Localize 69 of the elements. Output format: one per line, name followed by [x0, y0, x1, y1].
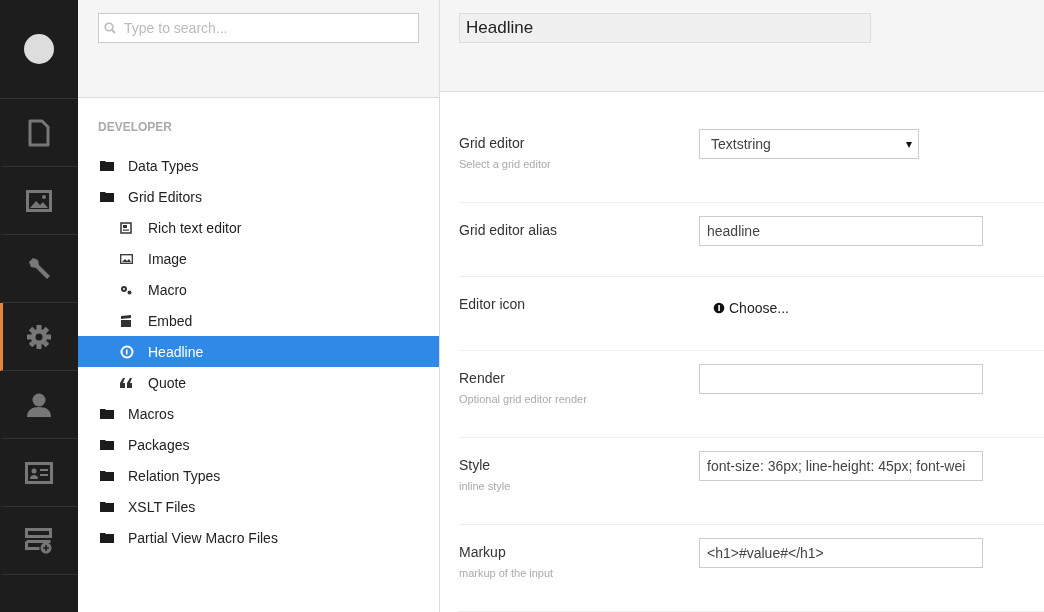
field-label: Grid editor alias [459, 222, 559, 238]
tree-item[interactable]: Quote [78, 367, 439, 398]
item-label: Macros [128, 405, 174, 422]
field-description: Optional grid editor render [459, 393, 588, 405]
tree-item[interactable]: Macro [78, 274, 439, 305]
search-icon [104, 22, 116, 34]
tree-item[interactable]: Data Types [78, 150, 439, 181]
field-label: Editor icon [459, 296, 527, 312]
circled-one-icon [713, 302, 725, 314]
search-field[interactable]: Type to search... [98, 13, 419, 43]
folder-icon [100, 470, 114, 481]
folder-icon [100, 191, 114, 202]
id-card-icon [25, 461, 53, 484]
select-field[interactable]: Textstring ▾ [699, 129, 919, 159]
folder-icon [100, 501, 114, 512]
field-label: Render [459, 370, 506, 386]
tree-item[interactable]: Partial View Macro Files [78, 522, 439, 553]
name-field[interactable]: Headline [459, 13, 871, 43]
tree-item[interactable]: Packages [78, 429, 439, 460]
text-field[interactable]: <h1>#value#</h1> [699, 538, 983, 568]
item-label: Headline [148, 343, 204, 360]
folder-icon [100, 532, 114, 543]
folder-icon [100, 439, 114, 450]
field-description: markup of the input [459, 567, 555, 579]
tree-item[interactable]: Headline [78, 336, 439, 367]
item-label: Quote [148, 374, 187, 391]
settings-icon [26, 323, 52, 350]
field-label: Grid editor [459, 135, 526, 151]
layout-add-icon [25, 527, 53, 554]
field-label: Markup [459, 544, 507, 560]
gears-icon [120, 284, 132, 295]
quote-icon [120, 377, 132, 388]
image-icon [120, 253, 133, 264]
tree-item[interactable]: Rich text editor [78, 212, 439, 243]
document-icon [120, 221, 132, 234]
image-icon [26, 189, 52, 212]
tree-item[interactable]: Image [78, 243, 439, 274]
field-description: inline style [459, 480, 512, 492]
item-label: XSLT Files [128, 498, 196, 515]
choose-icon-button[interactable]: Choose... [713, 300, 789, 316]
text-field[interactable]: headline [699, 216, 983, 246]
item-label: Data Types [128, 157, 199, 174]
field-label: Style [459, 457, 492, 473]
caret-icon: ▾ [906, 137, 912, 151]
user-icon [26, 391, 52, 418]
field-description: Select a grid editor [459, 158, 552, 170]
tree-item[interactable]: Embed [78, 305, 439, 336]
clapperboard-icon [120, 314, 132, 327]
section-title: DEVELOPER [98, 120, 173, 134]
tree-item[interactable]: Macros [78, 398, 439, 429]
item-label: Partial View Macro Files [128, 529, 278, 546]
document-icon [28, 118, 50, 147]
item-label: Grid Editors [128, 188, 202, 205]
item-label: Image [148, 250, 187, 267]
item-label: Macro [148, 281, 187, 298]
folder-icon [100, 408, 114, 419]
avatar-icon[interactable] [24, 34, 54, 64]
item-label: Packages [128, 436, 190, 453]
tree-item[interactable]: Relation Types [78, 460, 439, 491]
item-label: Embed [148, 312, 193, 329]
tree-item[interactable]: Grid Editors [78, 181, 439, 212]
item-label: Relation Types [128, 467, 221, 484]
text-field[interactable] [699, 364, 983, 394]
tree-item[interactable]: XSLT Files [78, 491, 439, 522]
wrench-icon [26, 255, 52, 282]
text-field[interactable]: font-size: 36px; line-height: 45px; font-wei [699, 451, 983, 481]
item-label: Rich text editor [148, 219, 242, 236]
folder-icon [100, 160, 114, 171]
circled-one-icon [120, 344, 134, 359]
